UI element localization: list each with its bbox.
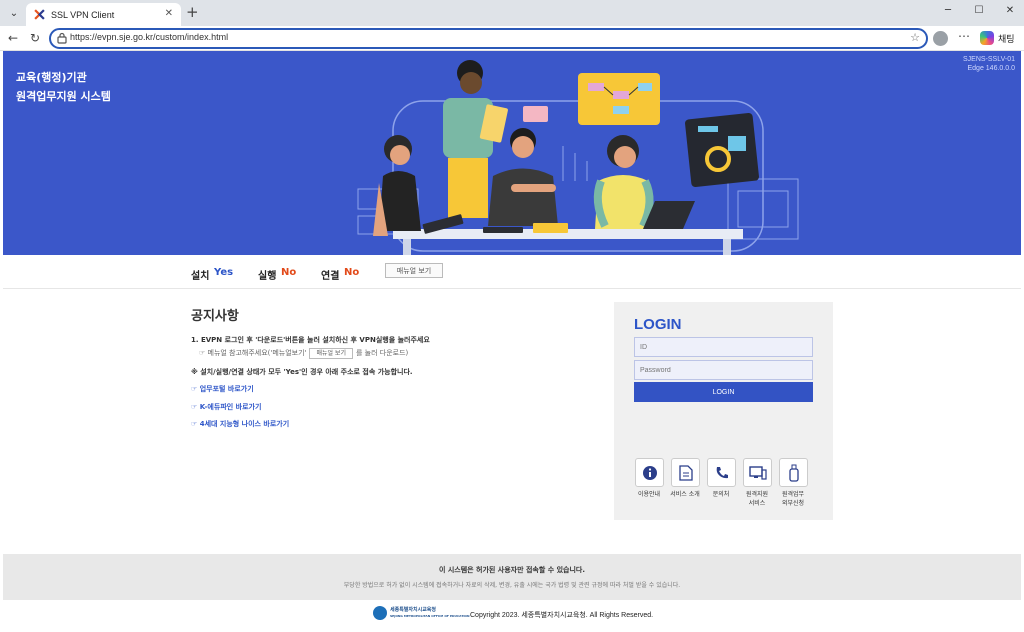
status-bar: 설치 Yes 실행 No 연결 No 매뉴얼 보기 [3,255,1021,289]
back-icon[interactable]: ← [6,31,20,45]
connect-label: 연결 [321,271,340,282]
site-info-icon[interactable] [57,32,67,44]
tab-title: SSL VPN Client [51,9,115,20]
service-label: 원격업무 외부신청 [781,491,805,507]
version-line1: SJENS-SSLV-01 [962,56,1015,63]
login-panel: LOGIN LOGIN 이용안내 서비스 소개 문의처 [614,302,833,520]
notice-title: 공지사항 [191,309,239,324]
version-info: SJENS-SSLV-01 Edge 146.0.0.0 [963,55,1015,73]
notice-sub-prefix: ☞ 메뉴얼 참고해주세요('메뉴얼보기' [199,349,307,357]
neis-link[interactable]: ☞ 4세대 지능형 나이스 바로가기 [191,419,289,429]
connect-status: No [344,267,360,278]
service-label: 원격지원 서비스 [745,491,769,507]
copyright-text: Copyright 2023. 세종특별자치시교육청. All Rights R… [470,612,654,619]
login-button[interactable]: LOGIN [634,382,813,402]
run-status: No [281,267,297,278]
hero-title-line1: 교육(행정)기관 [16,71,87,84]
run-label: 실행 [258,271,277,282]
service-usage-guide[interactable]: 이용안내 [635,458,664,499]
copyright-bar: 세종특별자치시교육청 SEJONG METROPOLITAN OFFICE OF… [3,600,1021,629]
remote-computer-icon-box[interactable] [743,458,772,487]
phone-icon [716,466,728,478]
login-title: LOGIN [634,316,682,333]
service-label: 이용안내 [637,491,661,498]
install-status: Yes [214,267,234,278]
copilot-icon[interactable] [980,31,994,45]
hero-title: 교육(행정)기관 원격업무지원 시스템 [16,68,111,106]
remote-computer-icon [748,465,767,480]
install-label: 설치 [191,271,210,282]
edufine-link[interactable]: ☞ K-에듀파인 바로가기 [191,402,261,412]
logo-text-en: SEJONG METROPOLITAN OFFICE OF EDUCATION [390,614,470,618]
minimize-icon[interactable]: ─ [941,5,955,16]
browser-tab-bar: ⌄ SSL VPN Client ✕ + ─ ☐ ✕ [0,0,1024,26]
manual-view-button[interactable]: 매뉴얼 보기 [385,263,443,278]
vpn-favicon-icon [34,9,45,20]
hero-banner: 교육(행정)기관 원격업무지원 시스템 SJENS-SSLV-01 Edge 1… [3,51,1021,255]
browser-tab[interactable]: SSL VPN Client ✕ [26,3,181,26]
service-label: 서비스 소개 [670,491,700,498]
team-illustration [357,60,799,255]
new-tab-icon[interactable]: + [186,3,199,21]
info-icon [642,465,657,480]
favorite-star-icon[interactable]: ☆ [910,31,920,44]
info-icon-box[interactable] [635,458,664,487]
notice-line-1: 1. EVPN 로그인 후 '다운로드'버튼을 눌러 설치하신 후 VPN실행을… [191,336,430,344]
service-intro[interactable]: 서비스 소개 [670,458,700,499]
portal-link[interactable]: ☞ 업무포털 바로가기 [191,384,254,394]
footer-legal-notice: 부당한 방법으로 허가 없이 시스템에 접속하거나 자료의 삭제, 변경, 유출… [343,582,681,589]
document-icon-box[interactable] [671,458,700,487]
notice-sub-suffix: 를 눌러 다운로드) [355,349,409,357]
address-bar[interactable]: https://evpn.sje.go.kr/custom/index.html… [49,28,928,49]
office-of-education-logo: 세종특별자치시교육청 SEJONG METROPOLITAN OFFICE OF… [373,606,470,620]
footer: 이 시스템은 허가된 사용자만 접속할 수 있습니다. 부당한 방법으로 허가 … [3,554,1021,600]
id-input[interactable] [634,337,813,357]
window-close-icon[interactable]: ✕ [1003,5,1017,16]
refresh-icon[interactable]: ↻ [28,31,42,45]
tab-close-icon[interactable]: ✕ [165,8,173,19]
notice-sub-1: ☞ 메뉴얼 참고해주세요('메뉴얼보기' 매뉴얼 보기 를 눌러 다운로드) [199,348,408,359]
copilot-label[interactable]: 채팅 [998,32,1015,45]
phone-icon-box[interactable] [707,458,736,487]
footer-warning: 이 시스템은 허가된 사용자만 접속할 수 있습니다. [438,566,586,574]
browser-nav-bar: ← ↻ https://evpn.sje.go.kr/custom/index.… [0,26,1024,51]
usb-icon [788,464,799,482]
service-remote-support[interactable]: 원격지원 서비스 [743,458,772,508]
document-icon [678,464,693,481]
version-line2: Edge 146.0.0.0 [967,65,1016,72]
usb-icon-box[interactable] [779,458,808,487]
inline-manual-button[interactable]: 매뉴얼 보기 [309,348,353,359]
service-external-request[interactable]: 원격업무 외부신청 [779,458,808,508]
profile-avatar[interactable] [933,31,948,46]
service-label: 문의처 [712,491,730,498]
maximize-icon[interactable]: ☐ [972,5,986,16]
password-input[interactable] [634,360,813,380]
url-text[interactable]: https://evpn.sje.go.kr/custom/index.html [70,32,228,42]
hero-title-line2: 원격업무지원 시스템 [16,90,111,103]
more-options-icon[interactable]: ⋯ [957,29,971,43]
logo-mark-icon [373,606,387,620]
notice-line-2: ※ 설치/실행/연결 상태가 모두 'Yes'인 경우 아래 주소로 접속 가능… [191,368,413,376]
service-contact[interactable]: 문의처 [707,458,736,499]
tab-list-icon[interactable]: ⌄ [6,5,22,21]
